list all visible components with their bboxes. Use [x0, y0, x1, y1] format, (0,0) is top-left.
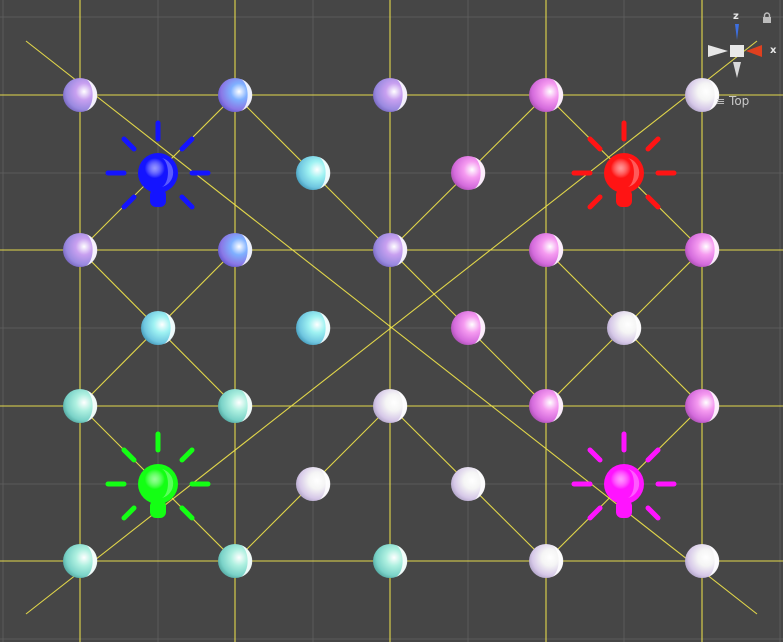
- sphere[interactable]: [373, 233, 408, 267]
- sphere[interactable]: [63, 389, 98, 423]
- sphere[interactable]: [685, 233, 720, 267]
- sphere[interactable]: [529, 389, 564, 423]
- sphere[interactable]: [218, 544, 253, 578]
- red-point-light-icon[interactable]: [571, 120, 677, 210]
- sphere[interactable]: [218, 389, 253, 423]
- sphere[interactable]: [529, 78, 564, 112]
- sphere[interactable]: [451, 156, 486, 190]
- sphere[interactable]: [373, 544, 408, 578]
- sphere[interactable]: [529, 233, 564, 267]
- blue-point-light-icon[interactable]: [105, 120, 211, 210]
- sphere[interactable]: [296, 156, 331, 190]
- view-name: Top: [729, 94, 750, 108]
- neg-x-axis-cone[interactable]: [708, 45, 728, 57]
- center-cube[interactable]: [730, 45, 744, 57]
- sphere[interactable]: [373, 78, 408, 112]
- sphere[interactable]: [373, 389, 408, 423]
- sphere[interactable]: [141, 311, 176, 345]
- light-gizmos: [105, 120, 677, 521]
- sphere[interactable]: [685, 389, 720, 423]
- sphere[interactable]: [607, 311, 642, 345]
- sphere[interactable]: [296, 311, 331, 345]
- sphere[interactable]: [63, 233, 98, 267]
- sphere[interactable]: [529, 544, 564, 578]
- z-axis-cone[interactable]: [735, 24, 739, 40]
- x-axis-label: x: [770, 45, 777, 56]
- sphere[interactable]: [218, 233, 253, 267]
- sphere[interactable]: [685, 544, 720, 578]
- hamburger-icon: ≡: [716, 95, 726, 108]
- sphere[interactable]: [218, 78, 253, 112]
- green-point-light-icon[interactable]: [105, 431, 211, 521]
- z-axis-label: z: [733, 11, 739, 22]
- scene-viewport[interactable]: [0, 0, 783, 642]
- sphere[interactable]: [451, 311, 486, 345]
- orientation-gizmo[interactable]: z x ≡ Top: [700, 6, 783, 114]
- sphere[interactable]: [63, 544, 98, 578]
- lock-icon[interactable]: [762, 12, 772, 24]
- view-mode-label[interactable]: ≡ Top: [716, 94, 749, 108]
- neg-z-axis-cone[interactable]: [733, 62, 741, 78]
- x-axis-cone[interactable]: [746, 45, 762, 57]
- sphere[interactable]: [451, 467, 486, 501]
- magenta-point-light-icon[interactable]: [571, 431, 677, 521]
- sphere[interactable]: [296, 467, 331, 501]
- sphere[interactable]: [63, 78, 98, 112]
